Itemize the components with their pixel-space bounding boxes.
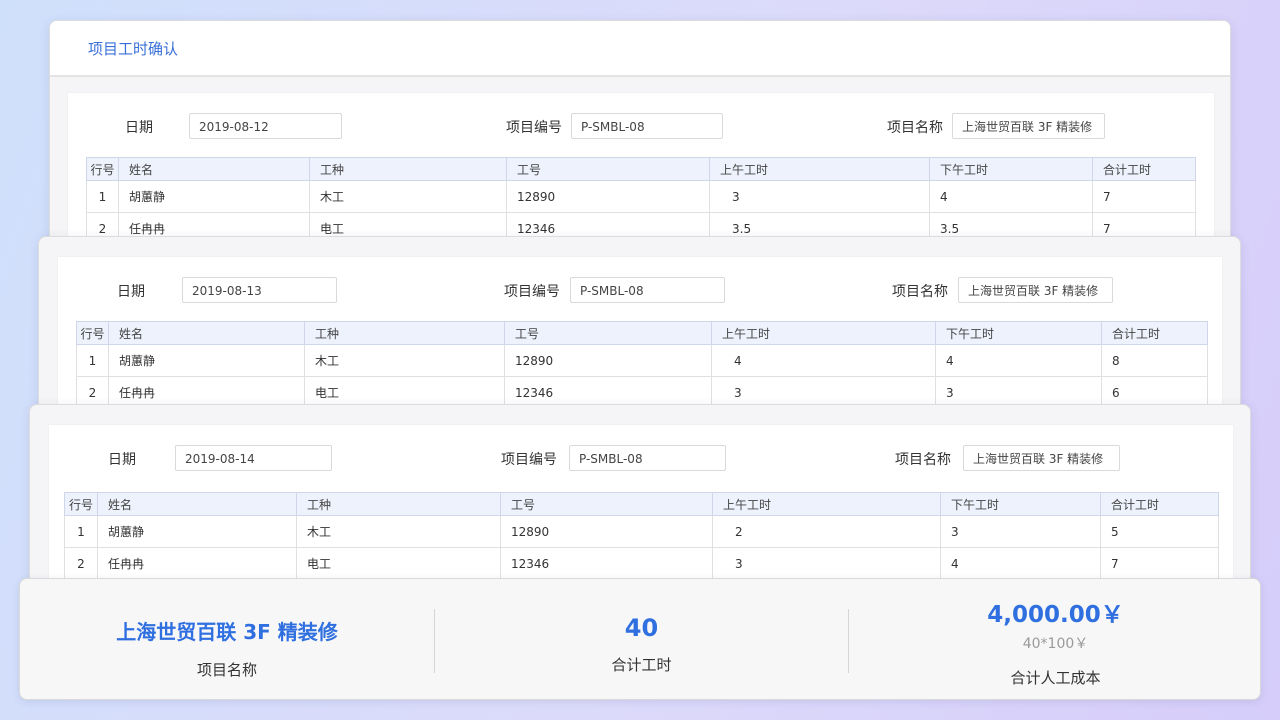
table-row[interactable]: 2 任冉冉 电工 12346 3 4 7 (64, 547, 1219, 580)
hours-table: 行号 姓名 工种 工号 上午工时 下午工时 合计工时 1 胡蕙静 木工 1289… (86, 157, 1196, 245)
summary-cost-formula: 40*100￥ (1022, 636, 1089, 652)
summary-total-hours-label: 合计工时 (611, 656, 672, 674)
col-header: 工种 (309, 157, 507, 181)
col-header: 工号 (506, 157, 710, 181)
hours-table: 行号 姓名 工种 工号 上午工时 下午工时 合计工时 1 胡蕙静 木工 1289… (76, 321, 1208, 409)
project-no-label: 项目编号 (504, 284, 560, 300)
project-no-input[interactable]: P-SMBL-08 (570, 277, 725, 303)
cell-pm-hours[interactable]: 4 (929, 180, 1093, 213)
table-row[interactable]: 1 胡蕙静 木工 12890 3 4 7 (86, 180, 1196, 213)
table-row[interactable]: 1 胡蕙静 木工 12890 4 4 8 (76, 344, 1208, 377)
date-input[interactable]: 2019-08-14 (175, 445, 332, 471)
cell-row-no: 1 (86, 180, 119, 213)
col-header: 行号 (86, 157, 119, 181)
col-header: 工号 (504, 321, 712, 345)
summary-total-hours-value: 40 (624, 614, 659, 642)
form-panel: 日期 2019-08-12 项目编号 P-SMBL-08 项目名称 上海世贸百联… (68, 93, 1214, 249)
cell-am-hours[interactable]: 3 (712, 547, 941, 580)
col-header: 工种 (296, 492, 501, 516)
table-header-row: 行号 姓名 工种 工号 上午工时 下午工时 合计工时 (64, 492, 1219, 516)
form-panel: 日期 2019-08-13 项目编号 P-SMBL-08 项目名称 上海世贸百联… (58, 257, 1222, 415)
cell-total-hours: 8 (1101, 344, 1208, 377)
cell-name: 胡蕙静 (108, 344, 305, 377)
cell-worker-id: 12890 (500, 515, 713, 548)
summary-cost-value: 4,000.00￥ (987, 602, 1124, 628)
cell-trade: 木工 (304, 344, 505, 377)
col-header: 行号 (64, 492, 98, 516)
timesheet-card-1: 项目工时确认 日期 2019-08-12 项目编号 P-SMBL-08 项目名称… (49, 20, 1231, 250)
cell-row-no: 1 (76, 344, 109, 377)
cell-am-hours[interactable]: 4 (711, 344, 936, 377)
summary-total-hours: 40 合计工时 (435, 579, 848, 699)
summary-project-name-label: 项目名称 (196, 661, 257, 679)
cell-worker-id: 12890 (506, 180, 710, 213)
table-header-row: 行号 姓名 工种 工号 上午工时 下午工时 合计工时 (86, 157, 1196, 181)
project-name-input[interactable]: 上海世贸百联 3F 精装修 (958, 277, 1113, 303)
col-header: 上午工时 (712, 492, 941, 516)
cell-row-no: 2 (64, 547, 98, 580)
project-no-label: 项目编号 (501, 452, 557, 468)
cell-total-hours: 5 (1100, 515, 1219, 548)
cell-name: 胡蕙静 (118, 180, 310, 213)
summary-project-name-value: 上海世贸百联 3F 精装修 (116, 620, 338, 644)
col-header: 工种 (304, 321, 505, 345)
col-header: 工号 (500, 492, 713, 516)
date-input[interactable]: 2019-08-13 (182, 277, 337, 303)
col-header: 姓名 (97, 492, 297, 516)
project-name-label: 项目名称 (887, 120, 943, 136)
project-no-input[interactable]: P-SMBL-08 (571, 113, 723, 139)
cell-trade: 木工 (309, 180, 507, 213)
project-name-input[interactable]: 上海世贸百联 3F 精装修 (963, 445, 1120, 471)
cell-worker-id: 12890 (504, 344, 712, 377)
hours-table: 行号 姓名 工种 工号 上午工时 下午工时 合计工时 1 胡蕙静 木工 1289… (64, 492, 1219, 580)
project-no-label: 项目编号 (506, 120, 562, 136)
summary-project-name: 上海世贸百联 3F 精装修 项目名称 (20, 579, 434, 699)
cell-trade: 木工 (296, 515, 501, 548)
cell-am-hours[interactable]: 2 (712, 515, 941, 548)
summary-panel: 上海世贸百联 3F 精装修 项目名称 40 合计工时 4,000.00￥ 40*… (19, 578, 1261, 700)
date-label: 日期 (117, 284, 145, 300)
project-name-input[interactable]: 上海世贸百联 3F 精装修 (952, 113, 1105, 139)
cell-total-hours: 7 (1100, 547, 1219, 580)
timesheet-card-3: 日期 2019-08-14 项目编号 P-SMBL-08 项目名称 上海世贸百联… (29, 404, 1251, 594)
col-header: 姓名 (108, 321, 305, 345)
date-label: 日期 (108, 452, 136, 468)
project-name-label: 项目名称 (895, 452, 951, 468)
cell-pm-hours[interactable]: 3 (940, 515, 1101, 548)
col-header: 合计工时 (1100, 492, 1219, 516)
col-header: 下午工时 (940, 492, 1101, 516)
cell-name: 胡蕙静 (97, 515, 297, 548)
col-header: 下午工时 (929, 157, 1093, 181)
cell-total-hours: 7 (1092, 180, 1196, 213)
date-label: 日期 (125, 120, 153, 136)
summary-labor-cost: 4,000.00￥ 40*100￥ 合计人工成本 (849, 579, 1262, 699)
table-row[interactable]: 1 胡蕙静 木工 12890 2 3 5 (64, 515, 1219, 548)
cell-row-no: 1 (64, 515, 98, 548)
cell-pm-hours[interactable]: 4 (940, 547, 1101, 580)
col-header: 合计工时 (1092, 157, 1196, 181)
cell-trade: 电工 (296, 547, 501, 580)
project-no-input[interactable]: P-SMBL-08 (569, 445, 726, 471)
col-header: 上午工时 (709, 157, 930, 181)
form-panel: 日期 2019-08-14 项目编号 P-SMBL-08 项目名称 上海世贸百联… (49, 425, 1233, 593)
cell-worker-id: 12346 (500, 547, 713, 580)
cell-name: 任冉冉 (97, 547, 297, 580)
col-header: 行号 (76, 321, 109, 345)
col-header: 合计工时 (1101, 321, 1208, 345)
page-title: 项目工时确认 (88, 39, 179, 58)
col-header: 上午工时 (711, 321, 936, 345)
date-input[interactable]: 2019-08-12 (189, 113, 342, 139)
summary-cost-label: 合计人工成本 (1010, 669, 1101, 687)
project-name-label: 项目名称 (892, 284, 948, 300)
col-header: 下午工时 (935, 321, 1102, 345)
table-header-row: 行号 姓名 工种 工号 上午工时 下午工时 合计工时 (76, 321, 1208, 345)
cell-pm-hours[interactable]: 4 (935, 344, 1102, 377)
cell-am-hours[interactable]: 3 (709, 180, 930, 213)
card-header: 项目工时确认 (50, 21, 1230, 77)
timesheet-card-2: 日期 2019-08-13 项目编号 P-SMBL-08 项目名称 上海世贸百联… (38, 236, 1241, 416)
col-header: 姓名 (118, 157, 310, 181)
